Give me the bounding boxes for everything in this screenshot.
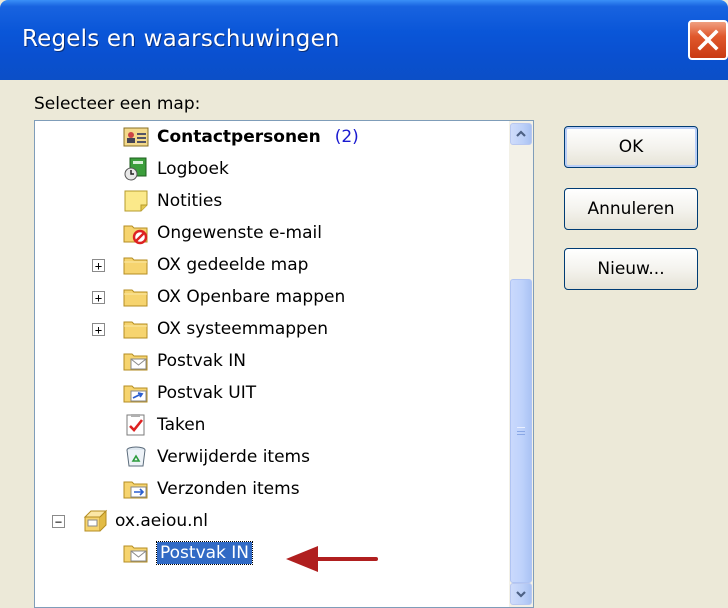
tree-item-label: Taken — [157, 415, 206, 435]
tree-item-contactpersonen[interactable]: Contactpersonen (2) — [123, 121, 359, 153]
outbox-folder-icon — [123, 385, 148, 403]
tree-item-postvak-in-selected[interactable]: Postvak IN — [123, 537, 254, 569]
annotation-arrow-icon — [286, 546, 378, 572]
contacts-icon — [123, 127, 149, 147]
grip-icon — [517, 427, 525, 435]
chevron-up-icon — [516, 130, 526, 137]
tree-item-notities[interactable]: Notities — [123, 185, 222, 217]
collapse-toggle[interactable]: − — [52, 515, 65, 528]
close-button[interactable] — [688, 20, 728, 60]
tree-item-label: Postvak IN — [155, 541, 254, 565]
mailbox-root-icon — [83, 509, 107, 532]
tree-item-verwijderde-items[interactable]: Verwijderde items — [123, 441, 310, 473]
inbox-folder-icon — [123, 353, 148, 371]
tree-item-ox-openbare-mappen[interactable]: OX Openbare mappen — [123, 281, 345, 313]
tree-item-label: Postvak IN — [157, 351, 247, 371]
scroll-down-button[interactable] — [510, 583, 532, 605]
ok-button[interactable]: OK — [564, 126, 698, 168]
tree-item-logboek[interactable]: Logboek — [123, 153, 229, 185]
tree-item-label: Verzonden items — [157, 479, 300, 499]
inbox-folder-icon — [123, 545, 148, 563]
scroll-up-button[interactable] — [510, 123, 532, 145]
tasks-icon — [126, 414, 145, 436]
unread-count: (2) — [334, 127, 359, 147]
tree-item-label: Contactpersonen — [157, 127, 321, 147]
expand-toggle[interactable]: + — [92, 259, 105, 272]
tree-item-label: OX gedeelde map — [157, 255, 309, 275]
scroll-thumb[interactable] — [510, 279, 532, 583]
expand-toggle[interactable]: + — [92, 323, 105, 336]
tree-item-ox-aeiou-nl[interactable]: ox.aeiou.nl — [81, 505, 208, 537]
tree-item-label: Logboek — [157, 159, 229, 179]
journal-icon — [124, 157, 147, 181]
tree-item-label: Postvak UIT — [157, 383, 257, 403]
tree-item-label: Ongewenste e-mail — [157, 223, 322, 243]
cancel-button[interactable]: Annuleren — [564, 188, 698, 230]
folder-icon — [123, 257, 148, 275]
tree-item-label: Verwijderde items — [157, 447, 310, 467]
notes-icon — [124, 190, 148, 212]
chevron-down-icon — [516, 591, 526, 598]
tree-item-label: OX Openbare mappen — [157, 287, 346, 307]
folder-icon — [123, 289, 148, 307]
select-folder-label: Selecteer een map: — [34, 94, 201, 114]
title-bar: Regels en waarschuwingen — [0, 0, 728, 80]
junk-mail-folder-icon — [123, 225, 148, 245]
vertical-scrollbar[interactable] — [509, 121, 533, 607]
window-title: Regels en waarschuwingen — [22, 26, 340, 52]
folder-icon — [123, 321, 148, 339]
folder-tree[interactable]: Contactpersonen (2) Logboek Notities Ong… — [34, 120, 534, 608]
tree-item-postvak-in[interactable]: Postvak IN — [123, 345, 246, 377]
expand-toggle[interactable]: + — [92, 291, 105, 304]
tree-item-postvak-uit[interactable]: Postvak UIT — [123, 377, 256, 409]
tree-item-taken[interactable]: Taken — [123, 409, 205, 441]
dialog-body: Selecteer een map: Contactpersonen (2) L… — [0, 80, 728, 608]
tree-item-ox-gedeelde-map[interactable]: OX gedeelde map — [123, 249, 308, 281]
new-folder-button[interactable]: Nieuw... — [564, 248, 698, 290]
tree-item-verzonden-items[interactable]: Verzonden items — [123, 473, 300, 505]
tree-item-ox-systeemmappen[interactable]: OX systeemmappen — [123, 313, 328, 345]
tree-item-label: Notities — [157, 191, 223, 211]
tree-item-label: ox.aeiou.nl — [115, 511, 209, 531]
sent-items-icon — [123, 481, 148, 499]
tree-item-label: OX systeemmappen — [157, 319, 329, 339]
tree-item-ongewenste-e-mail[interactable]: Ongewenste e-mail — [123, 217, 322, 249]
deleted-items-icon — [126, 446, 146, 467]
close-icon — [697, 29, 719, 51]
